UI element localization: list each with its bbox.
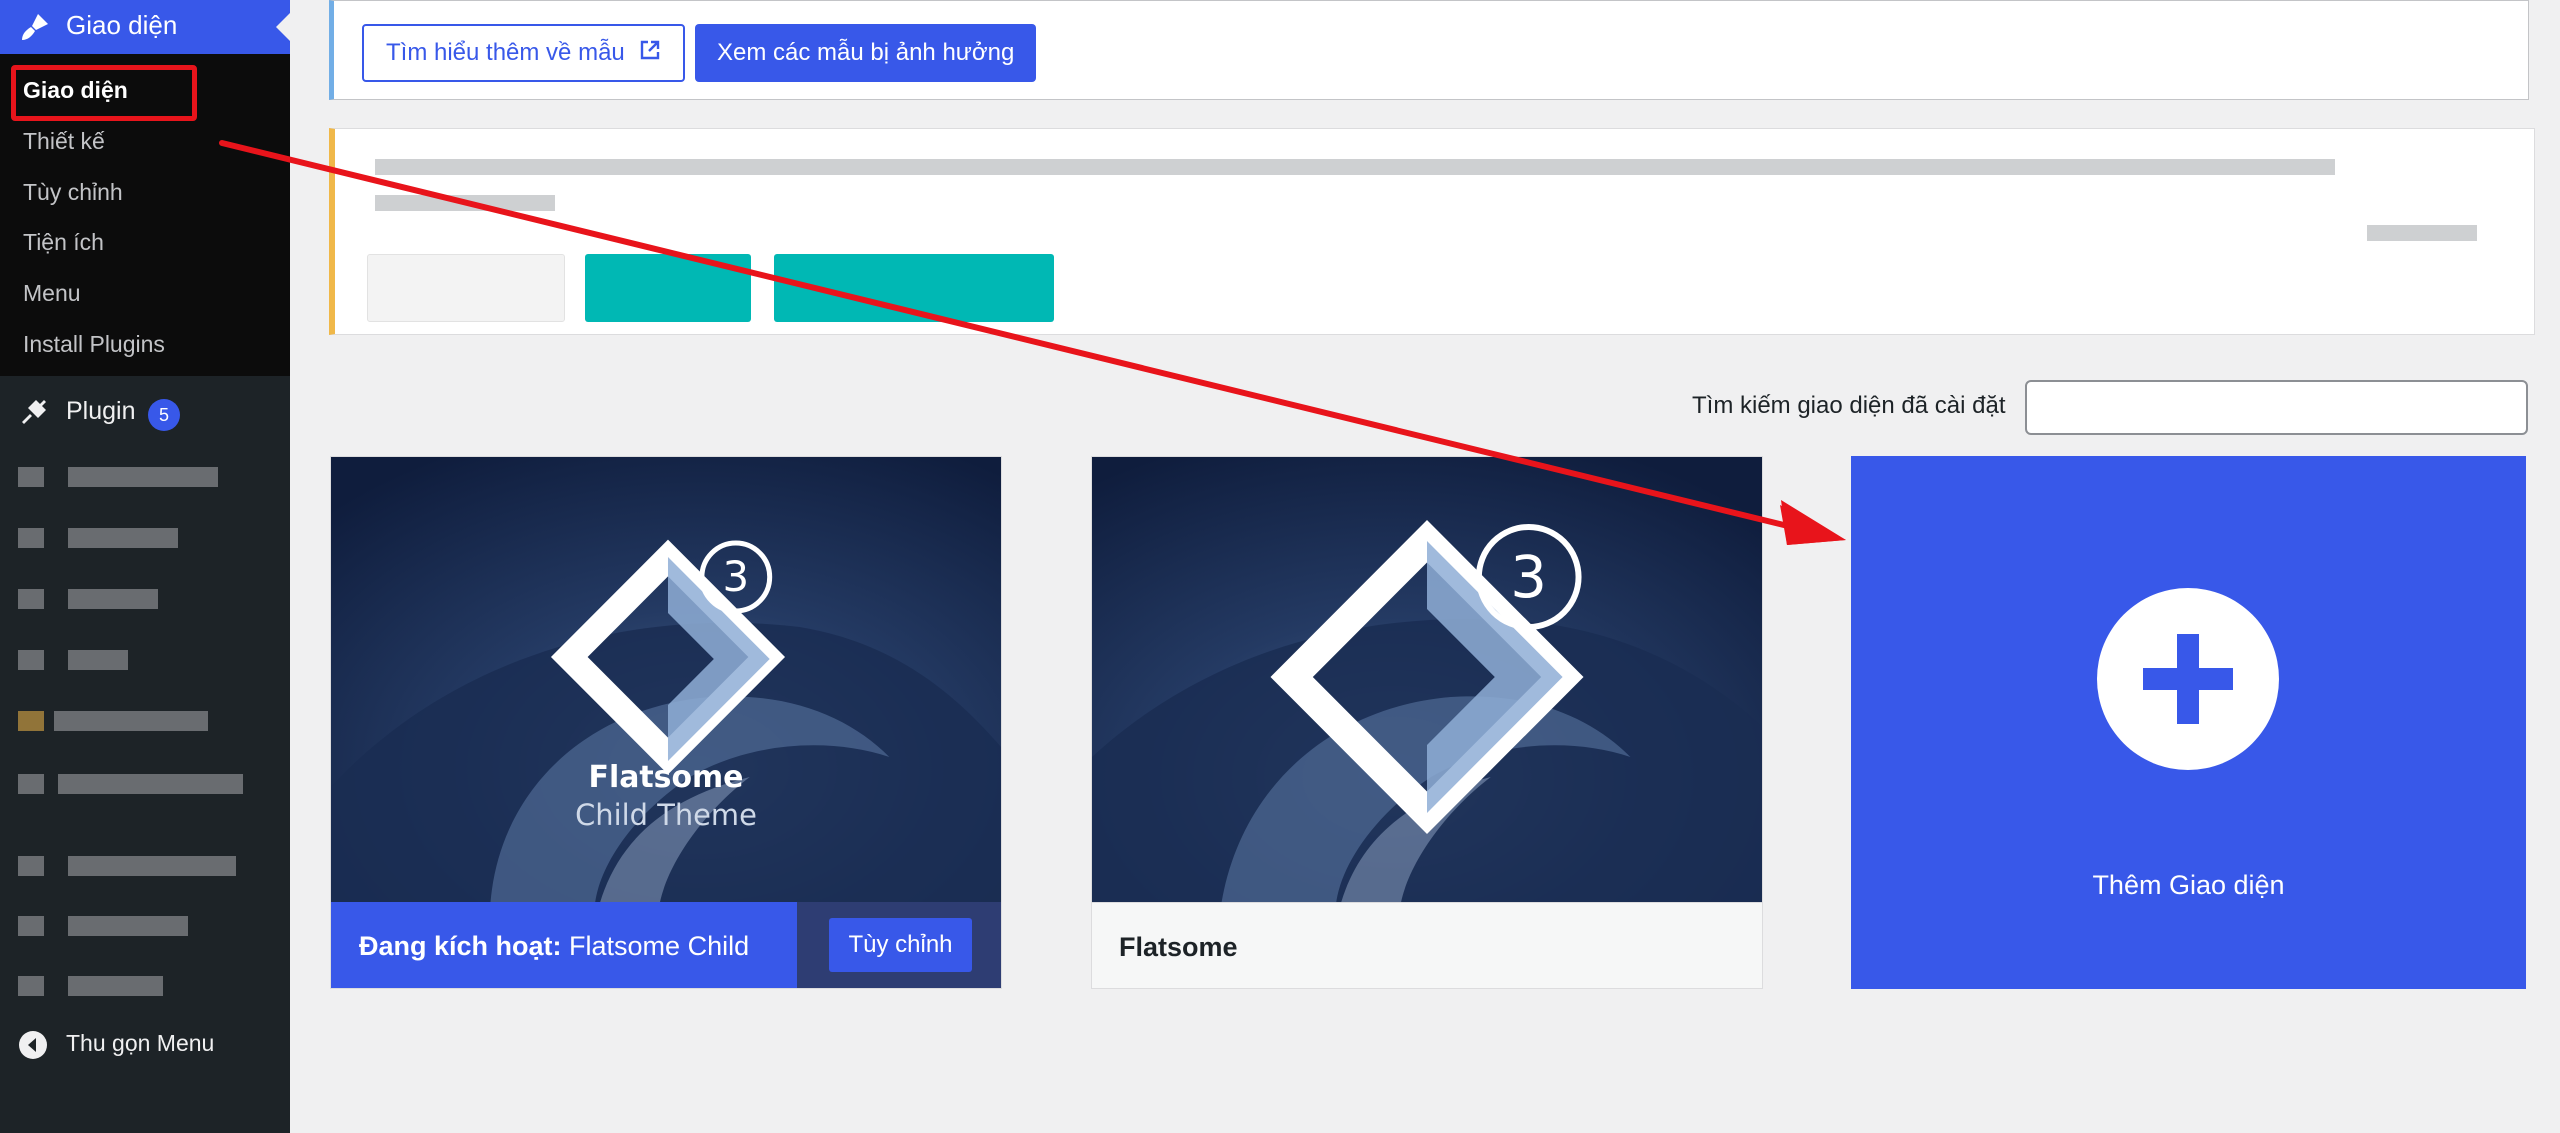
theme-card-flatsome[interactable]: 3 Flatsome — [1091, 456, 1763, 989]
redacted-notice-button[interactable] — [585, 254, 751, 322]
submenu-customize[interactable]: Tùy chỉnh — [23, 179, 123, 206]
submenu-widgets[interactable]: Tiện ích — [23, 229, 104, 256]
theme-screenshot[interactable]: 3 — [1092, 457, 1762, 902]
collapse-menu-label: Thu gọn Menu — [66, 1030, 215, 1056]
theme-actions: Tùy chỉnh — [797, 902, 1001, 988]
submenu-menus[interactable]: Menu — [23, 280, 81, 307]
redacted-admin-notice — [329, 128, 2535, 335]
theme-card-active[interactable]: 3 Flatsome Child Theme Đang kích hoạt: F… — [330, 456, 1002, 989]
screenshot-subtitle: Child Theme — [575, 798, 757, 832]
paintbrush-icon — [18, 10, 52, 44]
active-theme-name: Flatsome Child — [569, 931, 750, 961]
version-badge: 3 — [722, 552, 749, 601]
view-affected-templates-button[interactable]: Xem các mẫu bị ảnh hưởng — [695, 24, 1037, 82]
menu-appearance-label: Giao diện — [66, 10, 178, 40]
add-new-theme-label: Thêm Giao diện — [2092, 870, 2285, 900]
redacted-menu-item[interactable] — [18, 768, 243, 798]
redacted-menu-item[interactable] — [18, 910, 188, 940]
update-count-badge: 5 — [148, 399, 180, 431]
redacted-menu-item[interactable] — [18, 644, 128, 674]
menu-plugins-label: Plugin — [66, 397, 136, 425]
external-link-icon — [639, 27, 661, 81]
menu-appearance[interactable]: Giao diện — [0, 0, 290, 54]
active-theme-label: Đang kích hoạt: Flatsome Child — [359, 931, 749, 962]
redacted-notice-button[interactable] — [774, 254, 1054, 322]
annotation-highlight-box — [11, 65, 197, 121]
admin-sidebar: Giao diện Giao diện Thiết kế Tùy chỉnh T… — [0, 0, 290, 1133]
template-notice: Tìm hiểu thêm về mẫu Xem các mẫu bị ảnh … — [329, 0, 2529, 100]
learn-more-button[interactable]: Tìm hiểu thêm về mẫu — [362, 24, 686, 82]
version-badge: 3 — [1510, 543, 1547, 611]
screenshot-title: Flatsome — [589, 760, 744, 795]
theme-card-footer: Flatsome — [1092, 902, 1762, 988]
learn-more-label: Tìm hiểu thêm về mẫu — [386, 39, 625, 66]
add-new-theme-card[interactable]: Thêm Giao diện — [1851, 456, 2526, 989]
redacted-menu-item[interactable] — [18, 522, 178, 552]
collapse-arrow-icon — [18, 1030, 48, 1060]
redacted-notice-button[interactable] — [367, 254, 565, 322]
redacted-menu-item[interactable] — [18, 970, 163, 1000]
theme-card-footer: Đang kích hoạt: Flatsome Child Tùy chỉnh — [331, 902, 1001, 988]
customize-button[interactable]: Tùy chỉnh — [829, 918, 972, 972]
theme-name: Flatsome — [1119, 932, 1238, 962]
submenu-design[interactable]: Thiết kế — [23, 128, 105, 155]
menu-plugins[interactable]: Plugin 5 — [0, 384, 290, 438]
current-menu-pointer — [276, 13, 290, 41]
collapse-menu-button[interactable]: Thu gọn Menu — [0, 1020, 290, 1070]
redacted-menu-item[interactable] — [18, 850, 236, 880]
redacted-menu-item[interactable] — [18, 705, 208, 735]
theme-screenshot[interactable]: 3 Flatsome Child Theme — [331, 457, 1001, 902]
plus-icon — [2097, 588, 2279, 770]
redacted-menu-item[interactable] — [18, 461, 218, 491]
search-themes-label: Tìm kiếm giao diện đã cài đặt — [1692, 392, 2006, 419]
redacted-menu-item[interactable] — [18, 583, 158, 613]
submenu-install-plugins[interactable]: Install Plugins — [23, 331, 165, 358]
search-themes-input[interactable] — [2025, 380, 2528, 435]
active-prefix: Đang kích hoạt: — [359, 931, 562, 961]
plug-icon — [18, 396, 50, 428]
